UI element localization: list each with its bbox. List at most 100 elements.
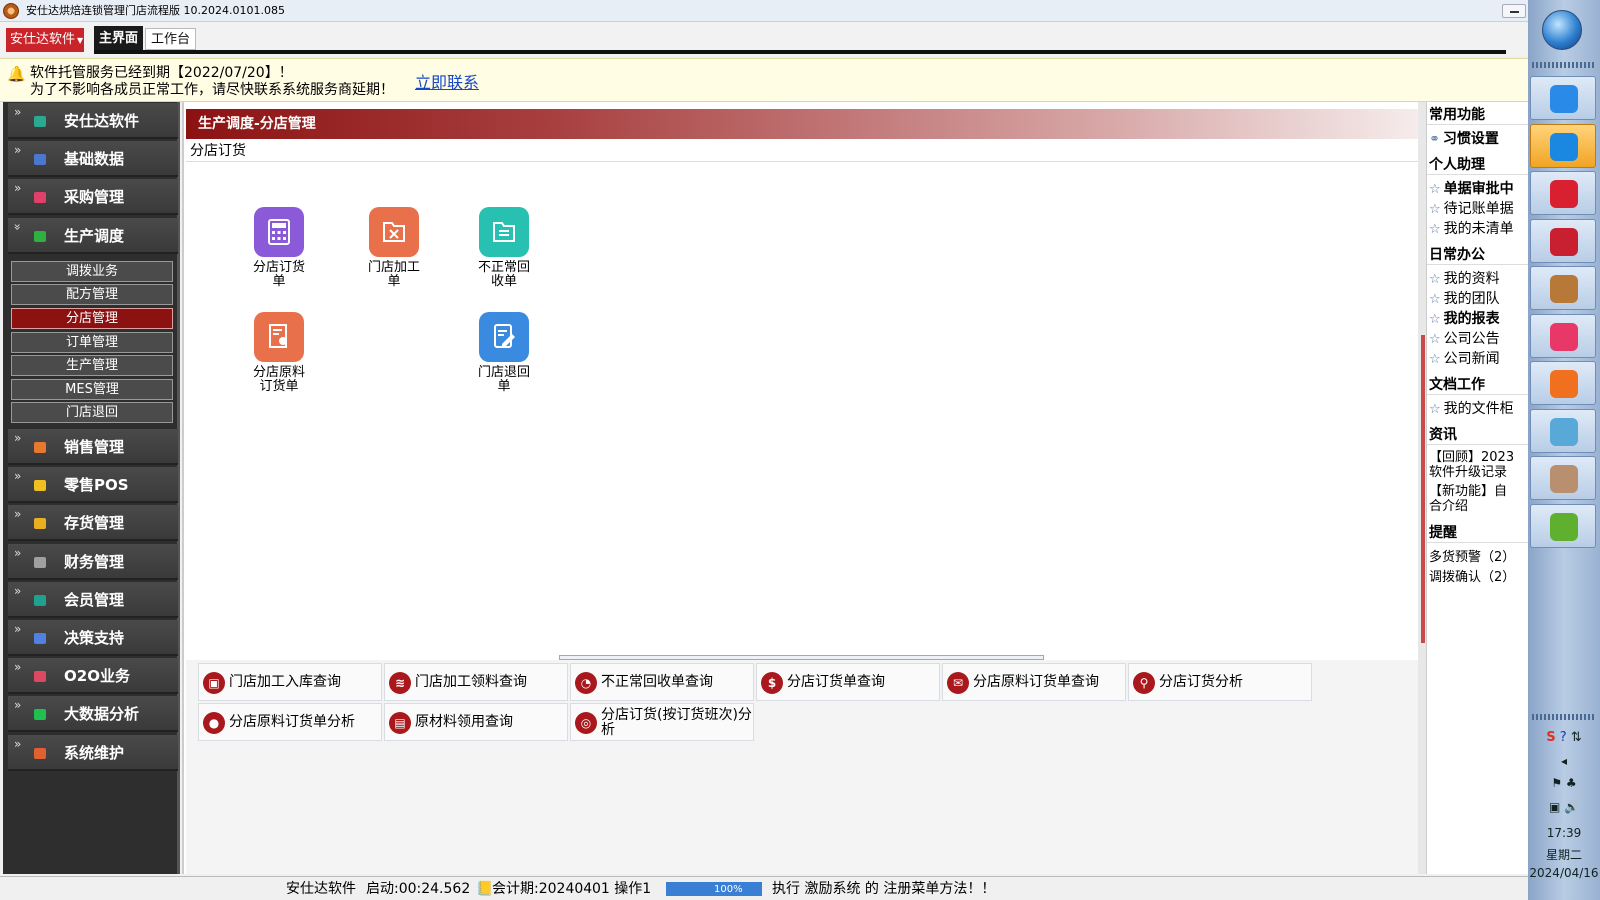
progress-label: 100% bbox=[714, 884, 743, 895]
sidebar-item[interactable]: » 基础数据 bbox=[8, 141, 178, 178]
query-link[interactable]: ▤ 原材料领用查询 bbox=[384, 703, 568, 741]
right-link[interactable]: ☆ 公司新闻 bbox=[1429, 348, 1500, 368]
subnav-item[interactable]: 调拨业务 bbox=[11, 260, 173, 282]
input-method-icon[interactable]: S bbox=[1546, 730, 1555, 745]
taskbar-app[interactable] bbox=[1530, 171, 1596, 215]
app-tile[interactable]: 门店加工单 bbox=[344, 207, 444, 289]
sidebar-item[interactable]: » 存货管理 bbox=[8, 505, 178, 542]
right-link[interactable]: ⚭ 习惯设置 bbox=[1429, 128, 1499, 148]
taskbar-app[interactable] bbox=[1530, 313, 1596, 358]
sidebar-item[interactable]: » 生产调度 bbox=[8, 217, 178, 254]
sidebar-item[interactable]: » 安仕达软件 bbox=[8, 103, 178, 139]
reminder-item[interactable]: 多货预警（2） bbox=[1429, 546, 1515, 565]
right-link[interactable]: ☆ 单据审批中 bbox=[1429, 178, 1514, 198]
mail-icon: ✉ bbox=[947, 672, 969, 694]
star-icon: ☆ bbox=[1429, 222, 1441, 237]
tab-underline bbox=[94, 50, 1506, 54]
query-link-label: 原材料领用查询 bbox=[415, 714, 513, 730]
notice-line-2: 为了不影响各成员正常工作，请尽快联系系统服务商延期！ bbox=[30, 82, 394, 98]
sidebar-item[interactable]: » 销售管理 bbox=[8, 429, 178, 465]
right-link[interactable]: ☆ 我的报表 bbox=[1429, 308, 1500, 328]
sidebar-item[interactable]: » 系统维护 bbox=[8, 734, 178, 771]
contact-now-link[interactable]: 立即联系 bbox=[415, 69, 479, 93]
taskbar-app[interactable] bbox=[1530, 266, 1596, 310]
inbox-icon: ▣ bbox=[203, 672, 225, 694]
app-tile[interactable]: 不正常回收单 bbox=[454, 207, 554, 289]
right-link-label: 我的未清单 bbox=[1443, 221, 1514, 237]
blue-cube-icon bbox=[34, 633, 46, 644]
subnav-item[interactable]: 配方管理 bbox=[11, 284, 173, 306]
app-tile[interactable]: 分店原料订货单 bbox=[229, 312, 329, 394]
query-link[interactable]: ◔ 不正常回收单查询 bbox=[570, 663, 754, 701]
right-link[interactable]: ☆ 我的资料 bbox=[1429, 268, 1500, 288]
sidebar-item[interactable]: » 决策支持 bbox=[8, 620, 178, 656]
news-item[interactable]: 合介绍 bbox=[1429, 495, 1468, 514]
tray-display-icon[interactable]: ▣ 🔊 bbox=[1528, 800, 1600, 814]
query-link[interactable]: ◎ 分店订货(按订货班次)分析 bbox=[570, 703, 754, 741]
tab-main[interactable]: 主界面 bbox=[94, 26, 144, 52]
window-title: 安仕达烘焙连锁管理门店流程版 10.2024.0101.085 bbox=[26, 4, 285, 17]
status-company: 安仕达软件 bbox=[286, 881, 356, 897]
taskbar-app[interactable] bbox=[1530, 218, 1596, 263]
subnav-item[interactable]: 门店退回 bbox=[11, 402, 173, 424]
clock-time[interactable]: 17:39 bbox=[1528, 826, 1600, 840]
dollar-icon: $ bbox=[761, 672, 783, 694]
right-link-label: 单据审批中 bbox=[1443, 181, 1514, 197]
query-link[interactable]: $ 分店订货单查询 bbox=[756, 663, 940, 701]
taskbar: S ? ⇅ ◂ ⚑ ♣ ▣ 🔊 17:39 星期二 2024/04/16 bbox=[1528, 0, 1600, 900]
calculator-icon bbox=[254, 207, 304, 257]
help-icon[interactable]: ? bbox=[1560, 730, 1567, 745]
right-link[interactable]: ☆ 待记账单据 bbox=[1429, 198, 1514, 218]
app-tile[interactable]: 门店退回单 bbox=[454, 312, 554, 394]
taskbar-app[interactable] bbox=[1530, 456, 1596, 500]
brand-menu-button[interactable]: 安仕达软件 ▼ bbox=[6, 28, 84, 52]
subnav-item[interactable]: MES管理 bbox=[11, 378, 173, 400]
monitor-icon: ▤ bbox=[389, 712, 411, 734]
taskbar-grip[interactable] bbox=[1532, 62, 1596, 68]
query-link[interactable]: ● 分店原料订货单分析 bbox=[198, 703, 382, 741]
sidebar-item[interactable]: » 财务管理 bbox=[8, 543, 178, 580]
right-link-label: 公司新闻 bbox=[1443, 351, 1500, 367]
right-link[interactable]: ☆ 我的团队 bbox=[1429, 288, 1500, 308]
sidebar-item[interactable]: » 零售POS bbox=[8, 467, 178, 504]
tray-grip[interactable] bbox=[1532, 714, 1596, 720]
taskbar-app[interactable] bbox=[1530, 361, 1596, 405]
taskbar-app[interactable] bbox=[1530, 123, 1596, 168]
taskbar-app[interactable] bbox=[1530, 408, 1596, 453]
right-section-title: 常用功能 bbox=[1429, 107, 1485, 123]
start-button[interactable] bbox=[1542, 10, 1582, 50]
link-icon: ⚭ bbox=[1429, 132, 1440, 147]
minimize-button[interactable] bbox=[1502, 4, 1526, 18]
subnav-item[interactable]: 订单管理 bbox=[11, 331, 173, 353]
section-divider bbox=[1427, 444, 1528, 445]
query-link[interactable]: ▣ 门店加工入库查询 bbox=[198, 663, 382, 701]
right-section-title: 资讯 bbox=[1429, 427, 1457, 443]
sidebar-item[interactable]: » O2O业务 bbox=[8, 658, 178, 695]
tray-expand-icon[interactable]: ◂ bbox=[1528, 754, 1600, 768]
scrollbar-thumb[interactable] bbox=[1421, 335, 1425, 643]
star-icon: ☆ bbox=[1429, 352, 1441, 367]
tray-icons[interactable]: S ? ⇅ bbox=[1528, 730, 1600, 745]
sidebar-item[interactable]: » 采购管理 bbox=[8, 179, 178, 216]
subnav-item[interactable]: 分店管理 bbox=[11, 308, 173, 329]
sidebar-item[interactable]: » 大数据分析 bbox=[8, 696, 178, 733]
right-link[interactable]: ☆ 我的文件柜 bbox=[1429, 398, 1514, 418]
app-tile[interactable]: 分店订货单 bbox=[229, 207, 329, 289]
taskbar-app[interactable] bbox=[1530, 76, 1596, 120]
news-item[interactable]: 软件升级记录 bbox=[1429, 461, 1507, 480]
orange-cube-icon bbox=[34, 442, 46, 453]
sidebar-item[interactable]: » 会员管理 bbox=[8, 581, 178, 618]
network-icon[interactable]: ⇅ bbox=[1571, 730, 1582, 745]
right-link[interactable]: ☆ 我的未清单 bbox=[1429, 218, 1514, 238]
bell-icon: 🔔 bbox=[7, 65, 26, 83]
subnav-item[interactable]: 生产管理 bbox=[11, 355, 173, 377]
tray-flag-icon[interactable]: ⚑ ♣ bbox=[1528, 776, 1600, 790]
reminder-item[interactable]: 调拨确认（2） bbox=[1429, 566, 1515, 585]
right-link[interactable]: ☆ 公司公告 bbox=[1429, 328, 1500, 348]
query-link[interactable]: ⚲ 分店订货分析 bbox=[1128, 663, 1312, 701]
tab-workbench[interactable]: 工作台 bbox=[145, 28, 197, 50]
query-link[interactable]: ✉ 分店原料订货单查询 bbox=[942, 663, 1126, 701]
star-icon: ☆ bbox=[1429, 202, 1441, 217]
taskbar-app[interactable] bbox=[1530, 503, 1596, 548]
query-link[interactable]: ≋ 门店加工领料查询 bbox=[384, 663, 568, 701]
